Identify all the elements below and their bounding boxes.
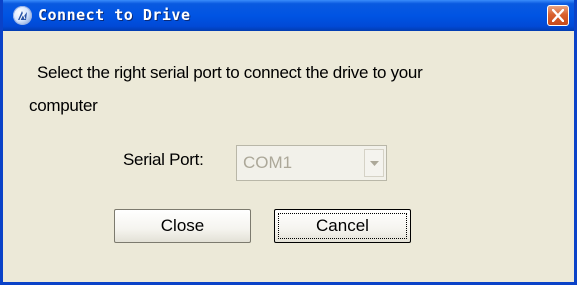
connect-dialog: Connect to Drive Select the right serial… bbox=[0, 0, 577, 285]
title-bar[interactable]: Connect to Drive bbox=[3, 0, 574, 31]
dropdown-button[interactable] bbox=[364, 149, 384, 177]
close-window-button[interactable] bbox=[547, 5, 569, 26]
serial-port-select[interactable]: COM1 bbox=[236, 145, 387, 181]
window-title: Connect to Drive bbox=[38, 6, 191, 24]
instruction-text-line1: Select the right serial port to connect … bbox=[37, 63, 423, 82]
close-icon bbox=[552, 9, 564, 22]
instruction-text-line2: computer bbox=[29, 96, 98, 115]
app-logo-icon bbox=[13, 6, 32, 25]
close-button-label: Close bbox=[160, 216, 205, 235]
serial-port-label: Serial Port: bbox=[123, 150, 204, 169]
cancel-button[interactable]: Cancel bbox=[274, 209, 411, 243]
close-button[interactable]: Close bbox=[114, 209, 251, 243]
serial-port-value: COM1 bbox=[243, 153, 293, 172]
cancel-button-label: Cancel bbox=[316, 216, 369, 235]
chevron-down-icon bbox=[370, 161, 379, 166]
